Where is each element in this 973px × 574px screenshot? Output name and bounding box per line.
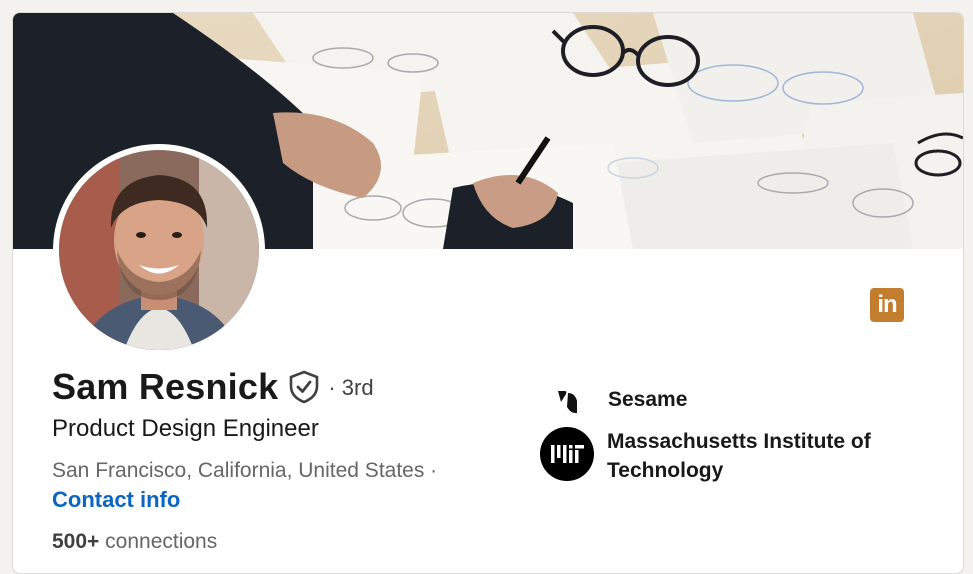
connections-number: 500+ (52, 530, 100, 553)
org-item-sesame[interactable]: Sesame (541, 375, 687, 429)
connections-count[interactable]: 500+ connections (52, 530, 217, 554)
org-item-mit[interactable]: Massachusetts Institute of Technology (540, 427, 897, 485)
mit-logo-icon (540, 427, 594, 481)
verified-shield-icon[interactable] (288, 370, 320, 404)
connection-degree: · 3rd (328, 375, 374, 400)
contact-info-link[interactable]: Contact info (52, 487, 180, 513)
connections-label: connections (105, 530, 218, 553)
sesame-logo-icon (541, 375, 595, 429)
profile-headline: Product Design Engineer (52, 415, 319, 442)
profile-name: Sam Resnick (52, 366, 279, 407)
linkedin-logo-icon: in (870, 288, 904, 322)
profile-avatar[interactable] (59, 150, 259, 350)
profile-card: in Sam Resnick · 3rd Product Design Engi… (12, 12, 964, 574)
name-row: Sam Resnick · 3rd (52, 366, 374, 408)
org-name: Massachusetts Institute of Technology (607, 430, 871, 482)
org-name: Sesame (608, 388, 688, 411)
profile-location: San Francisco, California, United States… (52, 459, 438, 482)
